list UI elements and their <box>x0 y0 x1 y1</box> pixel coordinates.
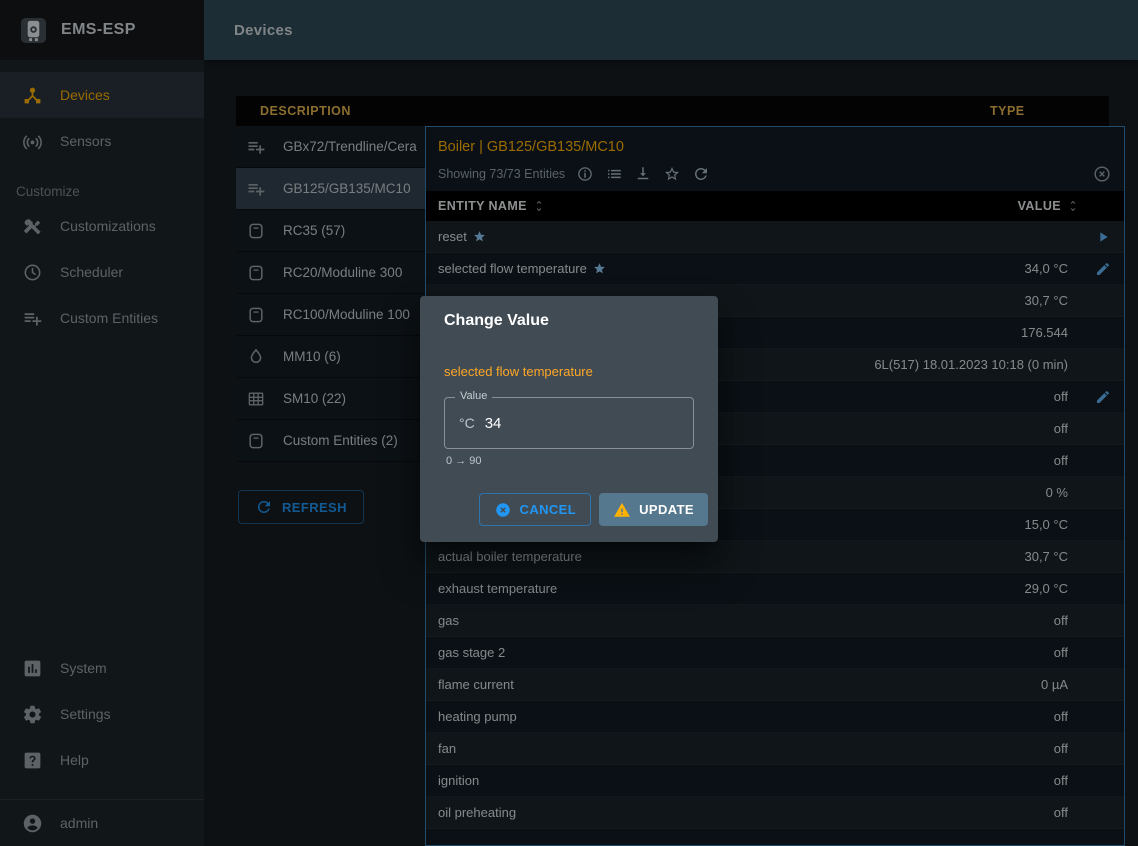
cancel-circle-icon <box>494 501 512 519</box>
update-button-label: UPDATE <box>639 502 694 517</box>
value-field[interactable]: Value °C <box>444 397 694 449</box>
change-value-dialog: Change Value selected flow temperature V… <box>420 296 718 542</box>
cancel-button-label: CANCEL <box>520 502 577 517</box>
dialog-actions: CANCEL UPDATE <box>430 493 708 526</box>
value-input[interactable] <box>485 415 605 432</box>
dialog-entity-label: selected flow temperature <box>444 364 694 379</box>
cancel-button[interactable]: CANCEL <box>479 493 592 526</box>
value-field-label: Value <box>455 390 492 402</box>
unit-prefix: °C <box>459 415 475 431</box>
warning-triangle-icon <box>613 501 631 519</box>
app-root: Devices EMS-ESP Devices Sensors Customiz… <box>0 0 1138 846</box>
value-range-helper: 0 → 90 <box>446 455 692 467</box>
update-button[interactable]: UPDATE <box>599 493 708 526</box>
dialog-title: Change Value <box>420 296 718 330</box>
